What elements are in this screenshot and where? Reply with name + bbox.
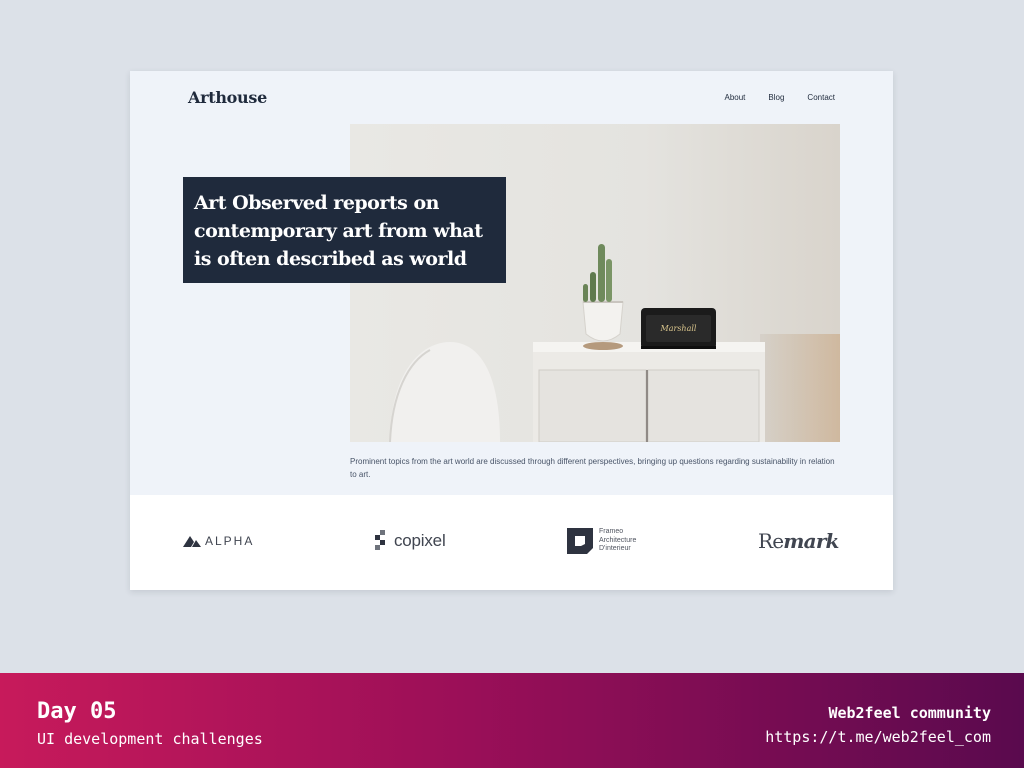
partner-logos: ALPHA copixel Frameo Architecture D'inte…: [130, 495, 893, 590]
nav-contact-link[interactable]: Contact: [807, 93, 835, 102]
frameo-line-3: D'interieur: [599, 545, 631, 553]
svg-text:Marshall: Marshall: [660, 324, 697, 333]
alpha-mark-icon: [183, 535, 201, 547]
frameo-line-1: Frameo: [599, 528, 624, 536]
footer-day-title: Day 05: [37, 699, 117, 724]
remark-regular-text: Re: [758, 529, 784, 553]
alpha-logo[interactable]: ALPHA: [183, 534, 254, 548]
headline-box: Art Observed reports on contemporary art…: [183, 177, 506, 283]
footer-community-name: Web2feel community: [828, 704, 991, 722]
copixel-mark-icon: [375, 530, 385, 550]
remark-logo[interactable]: Re mark: [758, 529, 839, 553]
footer-subtitle: UI development challenges: [37, 730, 263, 748]
nav-blog-link[interactable]: Blog: [768, 93, 784, 102]
challenge-footer: Day 05 UI development challenges Web2fee…: [0, 673, 1024, 768]
frameo-mark-icon: [567, 528, 593, 554]
landing-card: Arthouse About Blog Contact Marshall Art…: [130, 71, 893, 590]
nav-about-link[interactable]: About: [725, 93, 746, 102]
hero-image: Marshall: [350, 124, 840, 442]
frameo-line-2: Architecture: [599, 536, 637, 544]
footer-community-link[interactable]: https://t.me/web2feel_com: [765, 728, 991, 746]
alpha-wordmark: ALPHA: [205, 534, 255, 548]
brand-logo[interactable]: Arthouse: [188, 88, 267, 107]
hero-headline: Art Observed reports on contemporary art…: [194, 192, 483, 270]
copixel-wordmark: copixel: [394, 530, 446, 550]
frameo-logo[interactable]: Frameo Architecture D'interieur: [567, 528, 636, 554]
copixel-logo[interactable]: copixel: [375, 530, 446, 551]
hero-caption: Prominent topics from the art world are …: [350, 457, 835, 479]
main-nav: About Blog Contact: [725, 93, 836, 102]
remark-bold-text: mark: [783, 529, 839, 553]
frameo-wordmark: Frameo Architecture D'interieur: [599, 528, 636, 554]
